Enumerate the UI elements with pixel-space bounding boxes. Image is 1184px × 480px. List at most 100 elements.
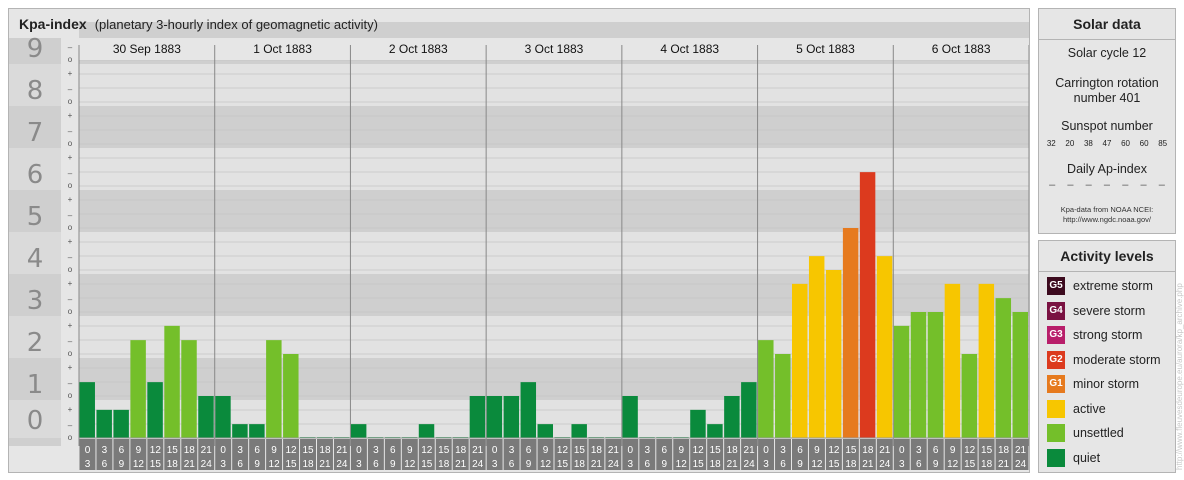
hour-end-label: 6 xyxy=(509,459,515,470)
kp-bar xyxy=(418,424,435,438)
hour-end-label: 12 xyxy=(676,459,688,470)
y-tick-label: 3 xyxy=(27,286,44,316)
y-minor-label: o xyxy=(68,139,73,148)
hour-end-label: 24 xyxy=(608,459,620,470)
y-minor-label: – xyxy=(68,85,73,94)
kp-bar xyxy=(571,424,587,438)
hour-end-label: 3 xyxy=(356,459,362,470)
hour-start-label: 21 xyxy=(472,445,484,456)
kp-bar xyxy=(758,340,774,438)
legend-swatch xyxy=(1047,424,1065,443)
kp-bar xyxy=(503,396,520,438)
kp-bar xyxy=(1012,312,1028,438)
hour-start-label: 9 xyxy=(543,445,549,456)
hour-end-label: 15 xyxy=(828,459,840,470)
y-minor-label: o xyxy=(68,349,73,358)
hour-end-label: 12 xyxy=(947,459,959,470)
hour-end-label: 9 xyxy=(390,459,396,470)
hour-end-label: 3 xyxy=(628,459,634,470)
hour-end-label: 6 xyxy=(916,459,922,470)
chart-title-main: Kpa-index xyxy=(19,16,87,32)
hour-start-label: 3 xyxy=(645,445,651,456)
kp-bar xyxy=(690,409,706,438)
hour-end-label: 18 xyxy=(438,459,450,470)
kp-bar xyxy=(537,424,553,438)
sunspot-value: 85 xyxy=(1158,139,1168,148)
hour-start-label: 21 xyxy=(608,445,620,456)
data-source-link[interactable]: http://www.ngdc.noaa.gov/ xyxy=(1039,215,1175,225)
kp-bar xyxy=(198,396,214,438)
hour-end-label: 9 xyxy=(933,459,939,470)
kp-bar xyxy=(350,424,367,438)
legend-label: quiet xyxy=(1073,450,1101,465)
legend-label: active xyxy=(1073,401,1106,416)
hour-end-label: 21 xyxy=(727,459,739,470)
hour-start-label: 9 xyxy=(136,445,142,456)
date-label: 2 Oct 1883 xyxy=(389,42,448,56)
hour-start-label: 21 xyxy=(201,445,213,456)
hour-start-label: 12 xyxy=(285,445,297,456)
hour-start-label: 12 xyxy=(557,445,569,456)
kp-bar xyxy=(961,354,978,438)
ap-index-values: – – – – – – – xyxy=(1039,179,1175,191)
hour-end-label: 6 xyxy=(102,459,108,470)
hour-start-label: 6 xyxy=(119,445,125,456)
hour-start-label: 18 xyxy=(184,445,196,456)
hour-start-label: 3 xyxy=(780,445,786,456)
kp-bar xyxy=(232,424,248,438)
hour-start-label: 15 xyxy=(845,445,857,456)
hour-start-label: 15 xyxy=(302,445,314,456)
hour-end-label: 24 xyxy=(1015,459,1027,470)
hour-start-label: 18 xyxy=(727,445,739,456)
hour-end-label: 9 xyxy=(119,459,125,470)
y-minor-label: – xyxy=(68,169,73,178)
watermark-url: http://www.fleuvesdeurope.eu/aurora/kp_a… xyxy=(1175,283,1184,470)
y-minor-label: + xyxy=(68,237,73,246)
hour-end-label: 15 xyxy=(964,459,976,470)
date-label: 3 Oct 1883 xyxy=(525,42,584,56)
ap-index-label: Daily Ap-index xyxy=(1067,162,1147,176)
hour-start-label: 0 xyxy=(356,445,362,456)
ap-index-value: – xyxy=(1122,179,1129,191)
hour-end-label: 24 xyxy=(472,459,484,470)
legend-swatch xyxy=(1047,448,1065,467)
legend-label: extreme storm xyxy=(1073,279,1153,294)
hour-start-label: 6 xyxy=(390,445,396,456)
hour-end-label: 18 xyxy=(574,459,586,470)
solar-cycle: Solar cycle 12 xyxy=(1067,46,1147,60)
hour-start-label: 21 xyxy=(879,445,891,456)
hour-end-label: 9 xyxy=(254,459,260,470)
kp-bar xyxy=(249,424,265,438)
hour-end-label: 6 xyxy=(780,459,786,470)
hour-end-label: 15 xyxy=(285,459,297,470)
y-minor-label: + xyxy=(68,69,73,78)
legend-label: moderate storm xyxy=(1073,352,1161,367)
hour-end-label: 21 xyxy=(184,459,196,470)
y-minor-label: o xyxy=(68,55,73,64)
hour-end-label: 21 xyxy=(455,459,467,470)
y-minor-label: – xyxy=(68,421,73,430)
date-label: 5 Oct 1883 xyxy=(796,42,855,56)
hour-end-label: 3 xyxy=(220,459,226,470)
hour-end-label: 12 xyxy=(540,459,552,470)
hour-start-label: 12 xyxy=(693,445,705,456)
hour-start-label: 6 xyxy=(797,445,803,456)
kp-bar xyxy=(486,396,503,438)
hour-end-label: 21 xyxy=(998,459,1010,470)
kp-bar xyxy=(893,325,910,438)
hour-start-label: 9 xyxy=(950,445,956,456)
hour-end-label: 15 xyxy=(557,459,569,470)
hour-end-label: 12 xyxy=(811,459,823,470)
legend-swatch: G4 xyxy=(1047,301,1065,320)
hour-start-label: 21 xyxy=(336,445,348,456)
solar-data-header: Solar data xyxy=(1039,9,1175,40)
y-minor-label: + xyxy=(68,111,73,120)
hour-start-label: 0 xyxy=(763,445,769,456)
kp-bar xyxy=(215,396,231,438)
hour-start-label: 15 xyxy=(438,445,450,456)
y-minor-label: o xyxy=(68,223,73,232)
activity-legend: G5 extreme storm G4 severe storm G3 strong st… xyxy=(1039,272,1175,470)
kp-bar xyxy=(978,283,995,438)
kp-bar xyxy=(944,283,961,438)
hour-end-label: 24 xyxy=(744,459,756,470)
